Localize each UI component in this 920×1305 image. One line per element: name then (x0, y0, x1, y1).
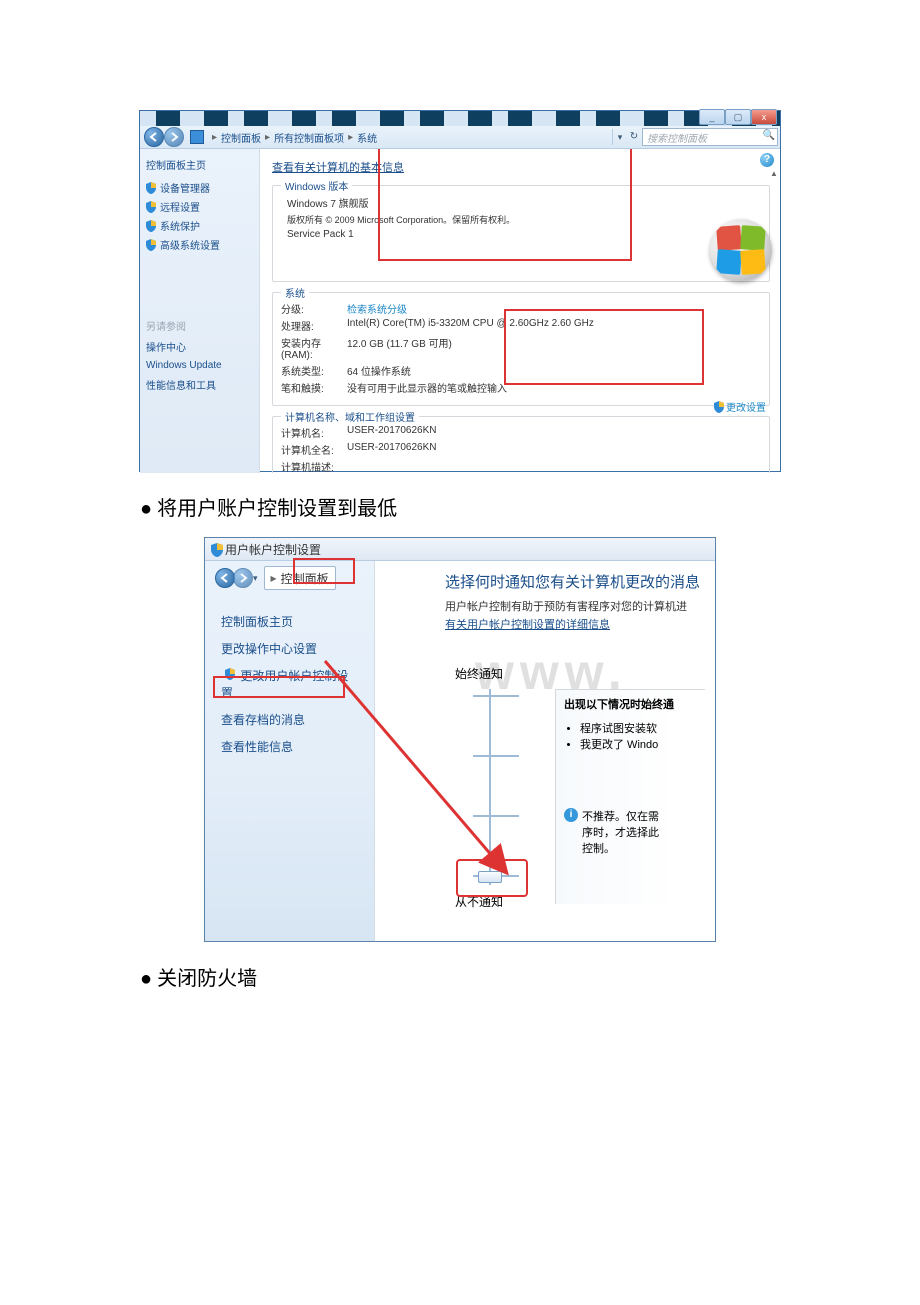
windows-edition-group: Windows 版本 Windows 7 旗舰版 版权所有 © 2009 Mic… (272, 185, 770, 282)
breadcrumb-item[interactable]: 系统 (357, 130, 377, 145)
slider-label-always: 始终通知 (455, 665, 503, 682)
sidebar-extra-action-center[interactable]: 操作中心 (146, 339, 253, 354)
sidebar-item-remote[interactable]: 远程设置 (160, 199, 200, 214)
uac-slider-track[interactable] (489, 689, 491, 885)
uac-titlebar: 用户帐户控制设置 (205, 538, 715, 561)
uac-slider-thumb[interactable] (478, 871, 502, 883)
sidebar-item-device-manager[interactable]: 设备管理器 (160, 180, 210, 195)
ram-value: 12.0 GB (11.7 GB 可用) (347, 335, 452, 361)
sidebar-uac-settings[interactable]: 更改用户帐户控制设置 (221, 667, 348, 702)
uac-title: 用户帐户控制设置 (225, 541, 321, 558)
scroll-up-icon[interactable]: ▲ (768, 169, 780, 181)
computer-full-name: USER-20170626KN (347, 442, 437, 457)
close-button[interactable]: x (751, 109, 777, 125)
sidebar-item-advanced[interactable]: 高级系统设置 (160, 237, 220, 252)
refresh-button[interactable]: ↻ (627, 129, 641, 145)
slider-label-never: 从不通知 (455, 893, 503, 910)
arrow-left-icon (219, 572, 231, 584)
titlebar: _ ▢ x (140, 111, 780, 126)
uac-desc-link[interactable]: 有关用户帐户控制设置的详细信息 (445, 616, 715, 632)
box-item: 我更改了 Windo (580, 736, 705, 752)
sidebar-performance[interactable]: 查看性能信息 (221, 738, 364, 755)
nav-back-button[interactable] (144, 127, 164, 147)
search-input[interactable]: 搜索控制面板 🔍 (642, 128, 778, 146)
uac-description-box: 出现以下情况时始终通 程序试图安装软 我更改了 Windo i 不推荐。仅在需 … (555, 689, 705, 904)
slider-tick (473, 695, 497, 697)
nav-back-button[interactable] (215, 568, 235, 588)
see-also-label: 另请参阅 (146, 318, 253, 333)
uac-main: www. 选择何时通知您有关计算机更改的消息 用户帐户控制有助于预防有害程序对您… (375, 561, 715, 941)
minimize-button[interactable]: _ (699, 109, 725, 125)
computer-name-group: 计算机名称、域和工作组设置 计算机名:USER-20170626KN 计算机全名… (272, 416, 770, 473)
sidebar-extra-windows-update[interactable]: Windows Update (146, 360, 253, 371)
system-group: 系统 分级:检索系统分级 处理器:Intel(R) Core(TM) i5-33… (272, 292, 770, 406)
doc-bullet: ● 关闭防火墙 (140, 962, 780, 991)
copyright-line: 版权所有 © 2009 Microsoft Corporation。保留所有权利… (281, 213, 761, 226)
rating-link[interactable]: 检索系统分级 (347, 301, 407, 316)
control-panel-icon (190, 130, 204, 144)
change-settings-link[interactable]: 更改设置 (714, 399, 766, 414)
sidebar-action-center[interactable]: 更改操作中心设置 (221, 640, 364, 657)
shield-icon (146, 182, 156, 194)
uac-sidebar: ▾ ▸ 控制面板 控制面板主页 更改操作中心设置 更改用户帐户控制设置 查看存档… (205, 561, 375, 941)
sidebar-home[interactable]: 控制面板主页 (221, 613, 364, 630)
processor-value: Intel(R) Core(TM) i5-3320M CPU @ 2.60GHz… (347, 318, 594, 333)
windows-logo-icon (710, 219, 772, 281)
main-content: ? ▲ 查看有关计算机的基本信息 Windows 版本 Windows 7 旗舰… (260, 149, 780, 473)
computer-name: USER-20170626KN (347, 425, 437, 440)
edition-name: Windows 7 旗舰版 (281, 195, 761, 210)
sidebar-item-protection[interactable]: 系统保护 (160, 218, 200, 233)
slider-tick (473, 815, 497, 817)
system-properties-window: _ ▢ x ▸ 控制面板 ▸ 所有控制面板项 ▸ 系统 ▾ ↻ (139, 110, 781, 472)
uac-desc: 用户帐户控制有助于预防有害程序对您的计算机进 (445, 598, 715, 614)
maximize-button[interactable]: ▢ (725, 109, 751, 125)
chevron-down-icon[interactable]: ▾ (253, 573, 258, 584)
address-bar: ▸ 控制面板 ▸ 所有控制面板项 ▸ 系统 ▾ ↻ 搜索控制面板 🔍 (140, 126, 780, 149)
box-item: 程序试图安装软 (580, 720, 705, 736)
info-icon: i (564, 808, 578, 822)
system-type-value: 64 位操作系统 (347, 363, 411, 378)
breadcrumb-item[interactable]: 控制面板 (221, 130, 261, 145)
page-title: 查看有关计算机的基本信息 (272, 162, 404, 174)
sidebar: 控制面板主页 设备管理器 远程设置 系统保护 高级系统设置 另请参阅 操作中心 … (140, 149, 260, 473)
search-icon: 🔍 (763, 130, 775, 141)
breadcrumb-sep: ▸ (212, 132, 217, 143)
breadcrumb-item[interactable]: 所有控制面板项 (274, 130, 344, 145)
help-button[interactable]: ? (760, 153, 774, 167)
shield-icon (211, 543, 221, 555)
shield-icon (714, 401, 724, 413)
shield-icon (146, 220, 156, 232)
address-dropdown[interactable]: ▾ (612, 129, 627, 145)
arrow-right-icon (237, 572, 249, 584)
shield-icon (225, 668, 235, 680)
sidebar-archived[interactable]: 查看存档的消息 (221, 711, 364, 728)
arrow-right-icon (168, 131, 180, 143)
pen-touch-value: 没有可用于此显示器的笔或触控输入 (347, 380, 507, 395)
arrow-left-icon (148, 131, 160, 143)
uac-window: 用户帐户控制设置 ▾ ▸ 控制面板 控制面板主页 更改操作中心设置 更改用户帐户… (204, 537, 716, 942)
sidebar-home[interactable]: 控制面板主页 (146, 157, 253, 172)
slider-tick (473, 755, 497, 757)
shield-icon (146, 239, 156, 251)
doc-bullet: ● 将用户账户控制设置到最低 (140, 492, 780, 521)
service-pack: Service Pack 1 (281, 229, 761, 240)
sidebar-extra-performance[interactable]: 性能信息和工具 (146, 377, 253, 392)
uac-heading: 选择何时通知您有关计算机更改的消息 (445, 571, 715, 592)
nav-forward-button[interactable] (164, 127, 184, 147)
breadcrumb-label: 控制面板 (281, 570, 329, 587)
nav-forward-button[interactable] (233, 568, 253, 588)
breadcrumb[interactable]: ▸ 控制面板 (264, 566, 336, 590)
box-title: 出现以下情况时始终通 (564, 696, 705, 712)
shield-icon (146, 201, 156, 213)
